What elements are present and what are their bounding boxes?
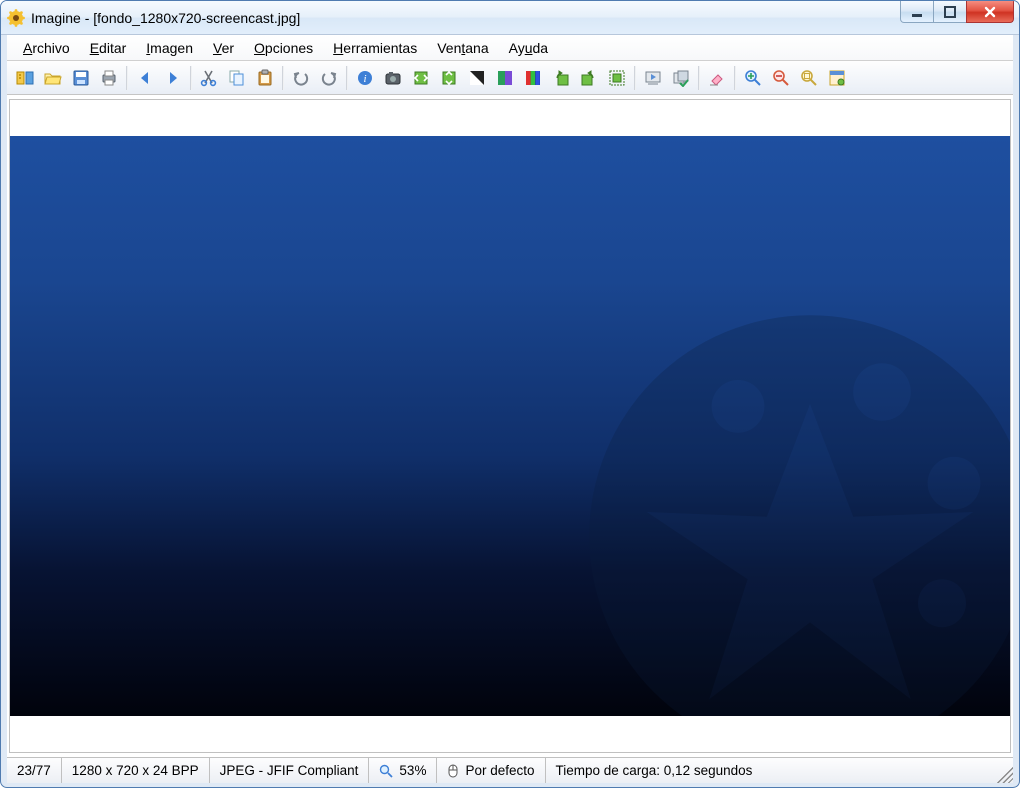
- letterbox-top: [10, 100, 1010, 136]
- toolbar: i: [7, 61, 1013, 95]
- maximize-button[interactable]: [933, 1, 967, 23]
- app-window: Imagine - [fondo_1280x720-screencast.jpg…: [0, 0, 1020, 788]
- status-zoom-value: 53%: [399, 763, 426, 778]
- undo-button[interactable]: [288, 65, 314, 91]
- menu-ventana[interactable]: Ventana: [427, 38, 498, 58]
- next-button[interactable]: [160, 65, 186, 91]
- mouse-icon: [447, 764, 459, 778]
- separator: [126, 66, 128, 90]
- status-index: 23/77: [7, 758, 62, 783]
- menu-ayuda[interactable]: Ayuda: [499, 38, 558, 58]
- menu-archivo[interactable]: Archivo: [13, 38, 80, 58]
- separator: [190, 66, 192, 90]
- flip-v-button[interactable]: [436, 65, 462, 91]
- app-icon: [7, 9, 25, 27]
- save-button[interactable]: [68, 65, 94, 91]
- cut-button[interactable]: [196, 65, 222, 91]
- title-bar[interactable]: Imagine - [fondo_1280x720-screencast.jpg…: [1, 1, 1019, 35]
- watermark-icon: [570, 296, 1010, 716]
- grayscale-button[interactable]: [464, 65, 490, 91]
- separator: [282, 66, 284, 90]
- separator: [734, 66, 736, 90]
- separator: [346, 66, 348, 90]
- status-dimensions: 1280 x 720 x 24 BPP: [62, 758, 210, 783]
- rotate-right-button[interactable]: [576, 65, 602, 91]
- letterbox-bottom: [10, 716, 1010, 752]
- redo-button[interactable]: [316, 65, 342, 91]
- prev-button[interactable]: [132, 65, 158, 91]
- copy-button[interactable]: [224, 65, 250, 91]
- magnifier-icon: [379, 764, 393, 778]
- window-title: Imagine - [fondo_1280x720-screencast.jpg…: [31, 10, 300, 26]
- browse-button[interactable]: [12, 65, 38, 91]
- status-cursor-value: Por defecto: [465, 763, 534, 778]
- menu-imagen[interactable]: Imagen: [136, 38, 203, 58]
- menu-editar[interactable]: Editar: [80, 38, 137, 58]
- paste-button[interactable]: [252, 65, 278, 91]
- print-button[interactable]: [96, 65, 122, 91]
- zoom-out-button[interactable]: [768, 65, 794, 91]
- negative-button[interactable]: [492, 65, 518, 91]
- svg-text:i: i: [363, 73, 366, 85]
- image-viewport[interactable]: [9, 99, 1011, 753]
- status-bar: 23/77 1280 x 720 x 24 BPP JPEG - JFIF Co…: [7, 757, 1013, 783]
- menu-ver[interactable]: Ver: [203, 38, 244, 58]
- fullscreen-button[interactable]: [824, 65, 850, 91]
- batch-button[interactable]: [668, 65, 694, 91]
- open-button[interactable]: [40, 65, 66, 91]
- zoom-in-button[interactable]: [740, 65, 766, 91]
- info-button[interactable]: i: [352, 65, 378, 91]
- separator: [698, 66, 700, 90]
- flip-h-button[interactable]: [408, 65, 434, 91]
- slideshow-button[interactable]: [640, 65, 666, 91]
- palette-button[interactable]: [520, 65, 546, 91]
- zoom-fit-button[interactable]: [796, 65, 822, 91]
- capture-button[interactable]: [380, 65, 406, 91]
- resize-grip[interactable]: [995, 765, 1013, 783]
- resize-button[interactable]: [604, 65, 630, 91]
- status-loadtime: Tiempo de carga: 0,12 segundos: [546, 758, 763, 783]
- separator: [634, 66, 636, 90]
- menu-bar: Archivo Editar Imagen Ver Opciones Herra…: [7, 35, 1013, 61]
- erase-button[interactable]: [704, 65, 730, 91]
- menu-herramientas[interactable]: Herramientas: [323, 38, 427, 58]
- close-button[interactable]: [966, 1, 1014, 23]
- status-zoom: 53%: [369, 758, 437, 783]
- minimize-button[interactable]: [900, 1, 934, 23]
- rotate-left-button[interactable]: [548, 65, 574, 91]
- status-format: JPEG - JFIF Compliant: [210, 758, 370, 783]
- image-canvas: [10, 136, 1010, 716]
- status-cursor: Por defecto: [437, 758, 545, 783]
- menu-opciones[interactable]: Opciones: [244, 38, 323, 58]
